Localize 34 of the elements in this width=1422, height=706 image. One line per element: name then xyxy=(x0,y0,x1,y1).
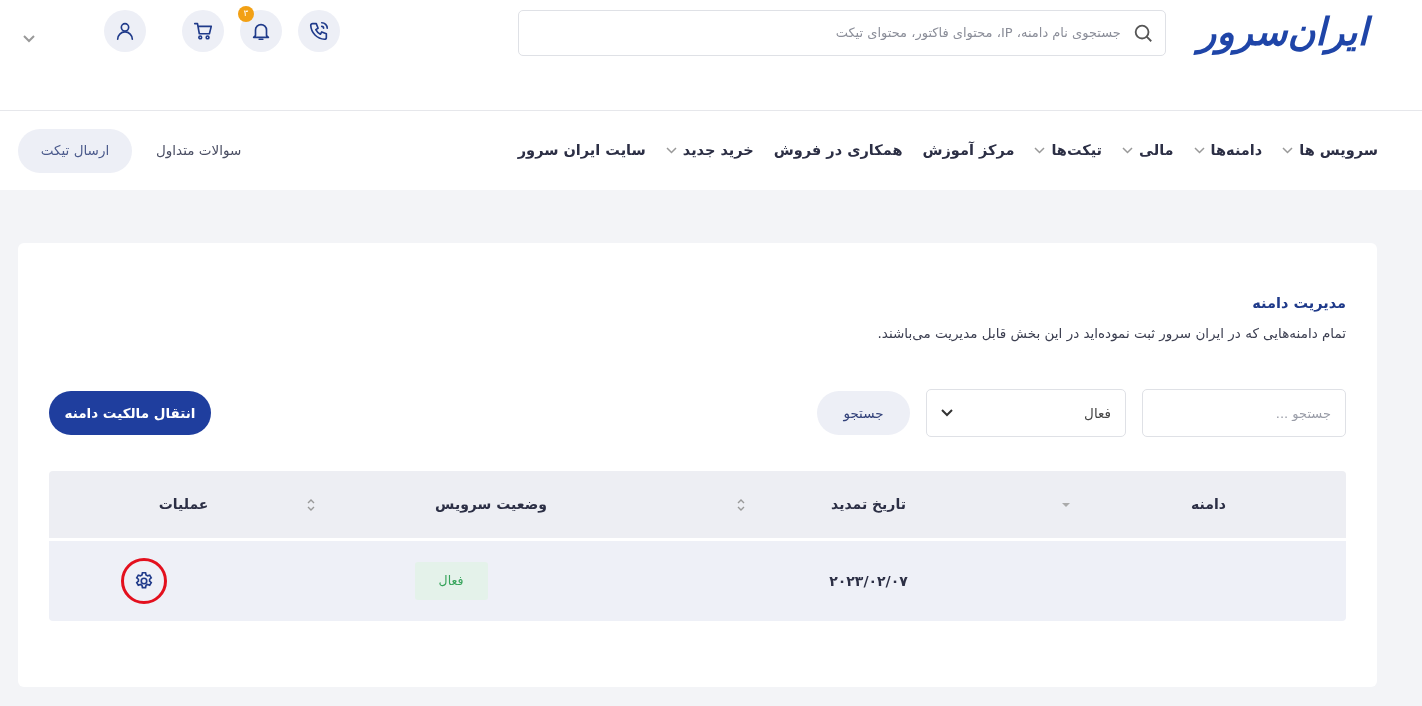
phone-icon xyxy=(308,20,330,42)
nav-link[interactable]: مرکز آموزش xyxy=(922,139,1015,162)
status-label: فعال xyxy=(414,562,488,600)
search-field[interactable]: جستجوی نام دامنه، IP، محتوای فاکتور، محتوای تیکت xyxy=(517,9,1166,56)
settings-button[interactable] xyxy=(120,558,167,604)
nav-link[interactable]: خرید جدید xyxy=(665,139,754,162)
nav-link[interactable]: دامنه‌ها xyxy=(1193,139,1263,162)
nav-link[interactable]: مالی xyxy=(1122,139,1174,162)
page-title: مدیریت دامنه xyxy=(1251,294,1346,314)
chevron-down-icon[interactable] xyxy=(22,34,36,44)
column-header: وضعیت سرویس xyxy=(434,495,548,515)
column-header: دامنه xyxy=(1190,495,1227,514)
nav-link[interactable]: تیکت‌ها xyxy=(1034,139,1103,162)
search-button[interactable]: جستجو xyxy=(817,391,910,435)
send-ticket-button[interactable]: ارسال تیکت xyxy=(18,128,132,173)
status-select[interactable]: فعال xyxy=(926,389,1126,437)
faq-link[interactable]: سوالات متداول xyxy=(156,140,242,161)
chevron-down-icon xyxy=(941,409,953,417)
transfer-ownership-button[interactable]: انتقال مالکیت دامنه xyxy=(49,391,211,435)
renewal-date: ۲۰۲۳/۰۲/۰۷ xyxy=(829,571,908,591)
nav-link[interactable]: همکاری در فروش xyxy=(773,139,903,162)
column-header: عملیات xyxy=(157,495,210,514)
cart-button[interactable] xyxy=(182,10,224,52)
logo[interactable]: ایران‌سرور xyxy=(1189,6,1376,60)
user-button[interactable] xyxy=(104,10,146,52)
search-input[interactable]: جستجو ... xyxy=(1142,389,1346,437)
phone-button[interactable] xyxy=(298,10,340,52)
page-description: تمام دامنه‌هایی که در ایران سرور ثبت نموده‌اید در این بخش قابل مدیریت می‌باشند. xyxy=(876,323,1346,343)
nav-link[interactable]: سرویس ها xyxy=(1282,139,1378,162)
cart-icon xyxy=(192,20,214,42)
notification-badge: ۳ xyxy=(238,6,254,22)
column-header: تاریخ تمدید xyxy=(830,495,907,515)
nav-link[interactable]: سایت ایران سرور xyxy=(517,139,646,162)
user-icon xyxy=(114,20,136,42)
